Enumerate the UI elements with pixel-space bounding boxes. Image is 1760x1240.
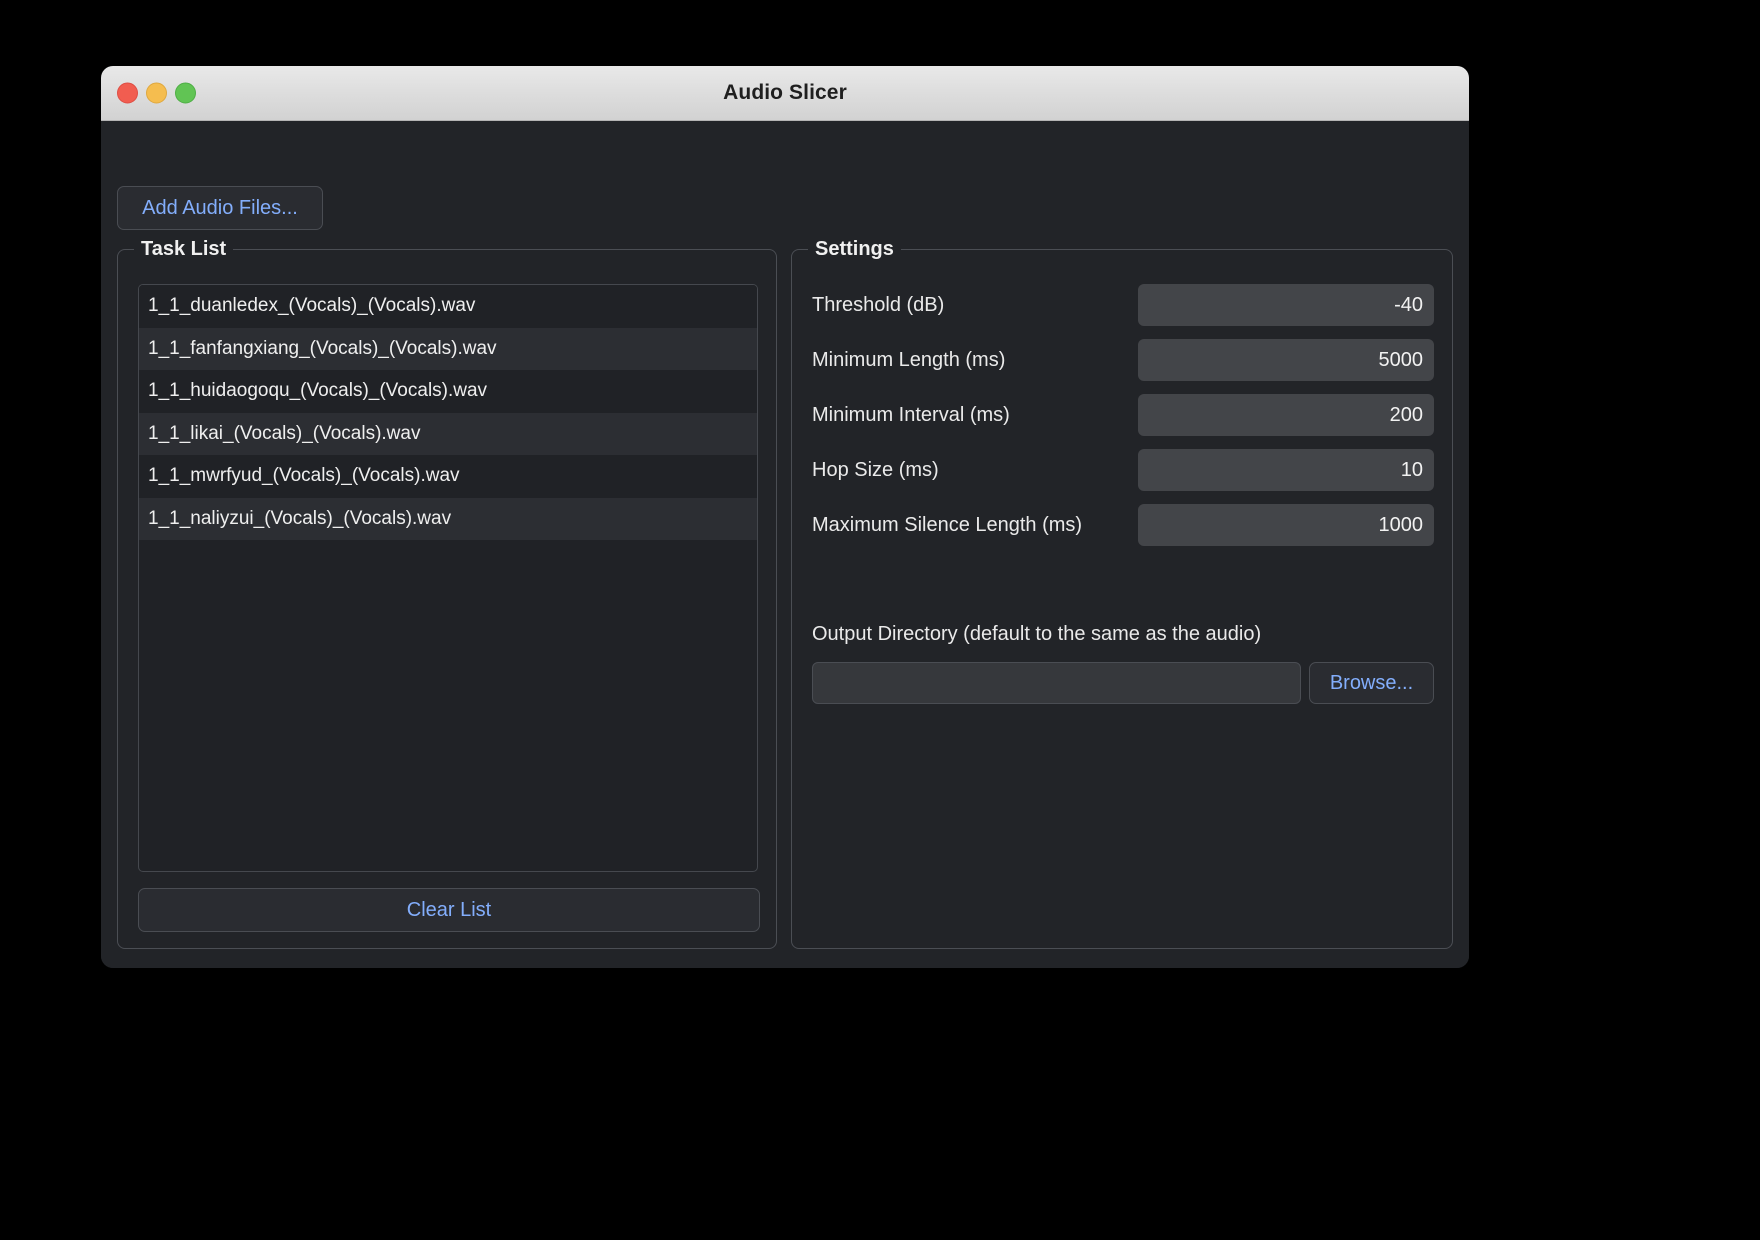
maximize-window-icon[interactable]: [175, 82, 196, 104]
minimum-interval-label: Minimum Interval (ms): [812, 403, 1010, 426]
browse-button[interactable]: Browse...: [1309, 662, 1434, 704]
setting-row-minimum-interval: Minimum Interval (ms): [812, 394, 1434, 436]
window-content: Add Audio Files... Task List 1_1_duanled…: [101, 121, 1469, 968]
threshold-input[interactable]: [1138, 284, 1434, 326]
list-item[interactable]: 1_1_huidaogoqu_(Vocals)_(Vocals).wav: [139, 370, 757, 413]
minimum-length-input[interactable]: [1138, 339, 1434, 381]
list-item[interactable]: 1_1_likai_(Vocals)_(Vocals).wav: [139, 412, 757, 455]
settings-group: Settings Threshold (dB) Minimum Length (…: [791, 238, 1453, 949]
task-list[interactable]: 1_1_duanledex_(Vocals)_(Vocals).wav 1_1_…: [138, 284, 758, 872]
setting-row-minimum-length: Minimum Length (ms): [812, 339, 1434, 381]
task-list-group-title: Task List: [134, 238, 234, 261]
minimum-length-label: Minimum Length (ms): [812, 348, 1006, 371]
output-directory-label: Output Directory (default to the same as…: [812, 623, 1262, 645]
setting-row-threshold: Threshold (dB): [812, 284, 1434, 326]
task-list-group: Task List 1_1_duanledex_(Vocals)_(Vocals…: [117, 238, 777, 949]
setting-row-maximum-silence-length: Maximum Silence Length (ms): [812, 504, 1434, 546]
screen: Audio Slicer Add Audio Files... Task Lis…: [0, 0, 1760, 1240]
settings-group-title: Settings: [808, 238, 901, 261]
traffic-light-group: [117, 82, 196, 104]
clear-list-button[interactable]: Clear List: [138, 888, 760, 932]
add-audio-files-button[interactable]: Add Audio Files...: [117, 186, 323, 230]
window-title: Audio Slicer: [723, 81, 847, 104]
output-directory-input[interactable]: [812, 662, 1301, 704]
list-item[interactable]: 1_1_mwrfyud_(Vocals)_(Vocals).wav: [139, 455, 757, 498]
hop-size-input[interactable]: [1138, 449, 1434, 491]
threshold-label: Threshold (dB): [812, 293, 945, 316]
minimize-window-icon[interactable]: [146, 82, 167, 104]
hop-size-label: Hop Size (ms): [812, 458, 939, 481]
app-window: Audio Slicer Add Audio Files... Task Lis…: [101, 66, 1469, 968]
list-item[interactable]: 1_1_naliyzui_(Vocals)_(Vocals).wav: [139, 497, 757, 540]
window-titlebar[interactable]: Audio Slicer: [101, 66, 1469, 121]
minimum-interval-input[interactable]: [1138, 394, 1434, 436]
maximum-silence-length-label: Maximum Silence Length (ms): [812, 513, 1083, 536]
list-item[interactable]: 1_1_fanfangxiang_(Vocals)_(Vocals).wav: [139, 327, 757, 370]
list-item[interactable]: 1_1_duanledex_(Vocals)_(Vocals).wav: [139, 285, 757, 328]
maximum-silence-length-input[interactable]: [1138, 504, 1434, 546]
close-window-icon[interactable]: [117, 82, 138, 104]
setting-row-hop-size: Hop Size (ms): [812, 449, 1434, 491]
